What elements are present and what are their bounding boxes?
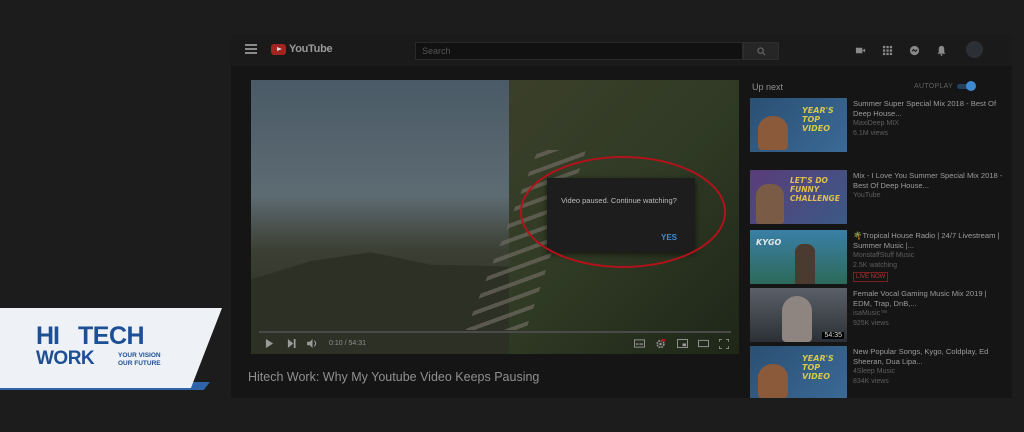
recommendation-item[interactable]: YEAR'S TOP VIDEO New Popular Songs, Kygo… <box>750 346 1010 398</box>
recommendation-title[interactable]: Female Vocal Gaming Music Mix 2019 | EDM… <box>853 289 1003 308</box>
view-count: 834K views <box>853 378 889 385</box>
autoplay-label: AUTOPLAY <box>914 83 954 90</box>
recommendation-title[interactable]: 🌴Tropical House Radio | 24/7 Livestream … <box>853 231 1003 250</box>
miniplayer-icon[interactable] <box>677 339 688 348</box>
video-thumbnail[interactable]: YEAR'S TOP VIDEO <box>750 346 847 398</box>
brand-tagline: OUR FUTURE <box>118 360 161 367</box>
brand-work: WORK <box>36 348 95 369</box>
messages-icon[interactable] <box>909 45 920 56</box>
volume-icon[interactable] <box>307 339 318 348</box>
next-icon[interactable] <box>287 339 296 348</box>
recommendation-title[interactable]: Summer Super Special Mix 2018 - Best Of … <box>853 99 1003 118</box>
video-thumbnail[interactable]: YEAR'S TOP VIDEO <box>750 98 847 152</box>
create-video-icon[interactable] <box>855 45 866 56</box>
subtitles-icon[interactable] <box>634 339 645 348</box>
youtube-window: YouTube Search Video paused. Continue wa… <box>231 34 1012 398</box>
channel-name[interactable]: MaxiDeep MIX <box>853 120 899 127</box>
thumbnail-text: KYGO <box>756 238 782 247</box>
thumbnail-text: YEAR'S TOP VIDEO <box>802 106 834 133</box>
video-duration: 54:35 <box>822 332 844 339</box>
autoplay-toggle[interactable] <box>955 81 976 92</box>
recommendation-title[interactable]: New Popular Songs, Kygo, Coldplay, Ed Sh… <box>853 347 1003 366</box>
fullscreen-icon[interactable] <box>719 339 729 349</box>
brand-tagline: YOUR VISION <box>118 352 161 359</box>
watching-count: 2.5K watching <box>853 262 897 269</box>
youtube-play-icon <box>271 43 286 55</box>
brand-tech: TECH <box>78 322 145 350</box>
brand-hi: HI <box>36 322 60 350</box>
logo-text: YouTube <box>289 43 333 55</box>
search-input[interactable]: Search <box>415 42 743 60</box>
recommendation-item[interactable]: 54:35 Female Vocal Gaming Music Mix 2019… <box>750 288 1010 344</box>
apps-grid-icon[interactable] <box>882 45 893 56</box>
player-controls: 0:10 / 54:31 <box>251 331 739 354</box>
settings-gear-icon[interactable] <box>655 339 666 349</box>
recommendation-item[interactable]: LET'S DO FUNNY CHALLENGE Mix - I Love Yo… <box>750 170 1010 226</box>
channel-name[interactable]: YouTube <box>853 192 881 199</box>
user-avatar[interactable] <box>966 41 983 58</box>
hitech-work-logo: HI TECH WORK YOUR VISION OUR FUTURE <box>0 308 222 390</box>
channel-name[interactable]: isaMusic™ <box>853 310 887 317</box>
theater-mode-icon[interactable] <box>698 339 709 348</box>
video-title: Hitech Work: Why My Youtube Video Keeps … <box>248 370 540 384</box>
thumbnail-text: LET'S DO FUNNY CHALLENGE <box>790 176 840 203</box>
channel-name[interactable]: 4Sleep Music <box>853 368 895 375</box>
video-thumbnail[interactable]: KYGO <box>750 230 847 284</box>
notifications-bell-icon[interactable] <box>936 45 947 56</box>
video-thumbnail[interactable]: LET'S DO FUNNY CHALLENGE <box>750 170 847 224</box>
annotation-circle <box>520 156 726 268</box>
progress-bar[interactable] <box>259 331 731 333</box>
thumbnail-text: YEAR'S TOP VIDEO <box>802 354 834 381</box>
channel-name[interactable]: MonstaffStuff Music <box>853 252 914 259</box>
live-now-badge: LIVE NOW <box>853 272 889 282</box>
view-count: 925K views <box>853 320 889 327</box>
recommendation-item[interactable]: KYGO 🌴Tropical House Radio | 24/7 Livest… <box>750 230 1010 286</box>
recommendation-title[interactable]: Mix - I Love You Summer Special Mix 2018… <box>853 171 1003 190</box>
view-count: 6.1M views <box>853 130 889 137</box>
time-display: 0:10 / 54:31 <box>329 340 366 347</box>
search-button[interactable] <box>743 42 779 60</box>
recommendation-item[interactable]: YEAR'S TOP VIDEO Summer Super Special Mi… <box>750 98 1010 154</box>
search-icon <box>756 46 766 56</box>
up-next-heading: Up next <box>752 82 784 92</box>
youtube-logo[interactable]: YouTube <box>271 43 333 55</box>
top-bar: YouTube Search <box>231 34 1012 66</box>
video-thumbnail[interactable]: 54:35 <box>750 288 847 342</box>
play-icon[interactable] <box>265 339 274 348</box>
menu-icon[interactable] <box>245 44 257 54</box>
